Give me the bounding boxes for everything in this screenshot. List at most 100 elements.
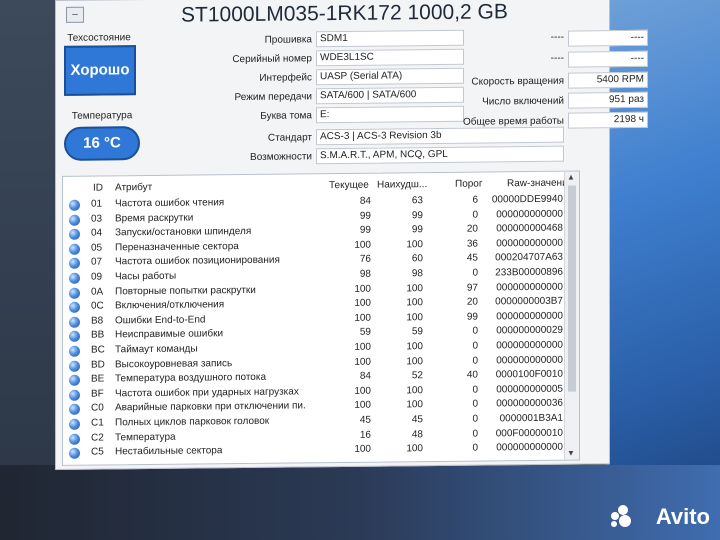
temperature-label: Температура xyxy=(71,110,133,122)
cell-raw: 000000000000 xyxy=(496,237,563,250)
power-count-field: 951 раз xyxy=(568,91,648,109)
cell-id: 0C xyxy=(91,300,104,312)
cell-worst: 100 xyxy=(406,238,423,251)
cell-threshold: 0 xyxy=(472,413,478,425)
features-field: S.M.A.R.T., APM, NCQ, GPL xyxy=(316,145,564,165)
cell-worst: 45 xyxy=(411,414,423,426)
cell-current: 16 xyxy=(359,429,371,441)
cell-attribute: Частота ошибок позиционирования xyxy=(115,255,280,268)
cell-worst: 60 xyxy=(411,253,423,265)
cell-worst: 100 xyxy=(406,341,423,353)
header-worst[interactable]: Наихудш... xyxy=(377,179,427,191)
cell-worst: 100 xyxy=(406,443,423,455)
cell-current: 84 xyxy=(359,195,371,207)
header-threshold[interactable]: Порог xyxy=(455,179,483,190)
interface-field: UASP (Serial ATA) xyxy=(316,67,464,86)
cell-attribute: Включения/отключения xyxy=(115,299,225,312)
cell-id: C0 xyxy=(91,402,104,415)
cell-attribute: Переназначенные сектора xyxy=(115,240,239,254)
table-scrollbar[interactable]: ▲ ▼ xyxy=(564,171,579,460)
cell-current: 99 xyxy=(359,210,371,222)
cell-raw: 0000001B3A1 xyxy=(499,412,563,425)
window-menu-button[interactable]: – xyxy=(66,6,84,23)
blank-field-2a: ---- xyxy=(550,52,564,64)
cell-attribute: Температура xyxy=(115,431,176,443)
cell-threshold: 0 xyxy=(472,267,478,279)
cell-threshold: 20 xyxy=(466,296,478,308)
blank-field-1a: ---- xyxy=(550,31,564,43)
cell-current: 84 xyxy=(359,370,371,382)
cell-raw: 000F00000010 xyxy=(495,427,563,439)
status-dot-icon xyxy=(69,331,80,343)
cell-attribute: Неисправимые ошибки xyxy=(115,328,224,341)
cell-id: 05 xyxy=(91,242,103,254)
cell-raw: 000000000468 xyxy=(496,222,563,235)
cell-threshold: 40 xyxy=(466,369,478,381)
header-id[interactable]: ID xyxy=(93,182,103,193)
features-label: Возможности xyxy=(250,151,312,163)
cell-attribute: Таймаут команды xyxy=(115,343,198,356)
header-current[interactable]: Текущее xyxy=(329,180,369,191)
cell-raw: 000000000036 xyxy=(496,398,563,410)
cell-current: 100 xyxy=(354,356,371,368)
cell-current: 100 xyxy=(354,443,371,456)
cell-current: 76 xyxy=(359,254,371,266)
cell-id: 04 xyxy=(91,227,103,239)
cell-attribute: Время раскрутки xyxy=(115,212,194,224)
cell-current: 100 xyxy=(354,341,371,353)
cell-attribute: Аварийные парковки при отключении пи... xyxy=(115,400,305,414)
cell-attribute: Нестабильные сектора xyxy=(115,445,223,458)
cell-threshold: 45 xyxy=(466,252,478,265)
volume-field: E: xyxy=(316,105,464,124)
power-hours-field: 2198 ч xyxy=(568,111,648,129)
header-attribute[interactable]: Атрибут xyxy=(115,182,152,193)
interface-label: Интерфейс xyxy=(259,72,312,84)
cell-threshold: 0 xyxy=(472,340,478,352)
cell-attribute: Часы работы xyxy=(115,270,177,283)
cell-worst: 59 xyxy=(411,326,423,338)
cell-raw: 000000000000 xyxy=(496,354,563,366)
firmware-field: SDM1 xyxy=(316,29,464,48)
photo-background-bottom xyxy=(0,465,720,540)
cell-current: 100 xyxy=(354,312,371,324)
cell-raw: 000000000005 xyxy=(496,383,563,396)
cell-raw: 0000100F0010 xyxy=(495,368,563,381)
cell-raw: 000000000000 xyxy=(496,310,563,323)
cell-threshold: 0 xyxy=(472,442,478,454)
status-dot-icon xyxy=(69,258,80,270)
cell-worst: 100 xyxy=(406,282,423,294)
cell-worst: 100 xyxy=(406,384,423,397)
rotation-field: 5400 RPM xyxy=(568,71,648,89)
status-dot-icon xyxy=(69,243,80,255)
status-dot-icon xyxy=(69,301,80,314)
cell-raw: 000204707A63 xyxy=(495,252,563,264)
status-dot-icon xyxy=(69,389,80,401)
cell-worst: 52 xyxy=(411,370,423,382)
smart-table: ID Атрибут Текущее Наихудш... Порог Raw-… xyxy=(62,170,580,466)
cell-id: 03 xyxy=(91,213,103,225)
cell-current: 59 xyxy=(359,327,371,339)
cell-worst: 98 xyxy=(411,268,423,280)
cell-current: 100 xyxy=(354,283,371,295)
cell-worst: 100 xyxy=(406,355,423,367)
status-dot-icon xyxy=(69,404,80,416)
status-dot-icon xyxy=(69,228,80,241)
standard-label: Стандарт xyxy=(267,132,312,144)
cell-id: 0A xyxy=(91,286,104,298)
cell-id: BD xyxy=(91,359,105,371)
health-label: Техсостояние xyxy=(67,32,131,44)
cell-threshold: 0 xyxy=(472,398,478,411)
serial-field: WDE3L1SC xyxy=(316,48,464,67)
scrollbar-thumb[interactable] xyxy=(568,185,576,392)
cell-threshold: 0 xyxy=(472,428,478,440)
cell-id: BC xyxy=(91,344,105,356)
status-dot-icon xyxy=(69,272,80,284)
cell-worst: 100 xyxy=(406,297,423,309)
cell-id: BB xyxy=(91,329,105,342)
cell-attribute: Ошибки End-to-End xyxy=(115,314,206,327)
photo-background-left xyxy=(0,0,60,540)
volume-label: Буква тома xyxy=(260,110,312,122)
cell-attribute: Повторные попытки раскрутки xyxy=(115,284,256,297)
health-status-button[interactable]: Хорошо xyxy=(64,45,136,96)
status-dot-icon xyxy=(69,433,80,445)
